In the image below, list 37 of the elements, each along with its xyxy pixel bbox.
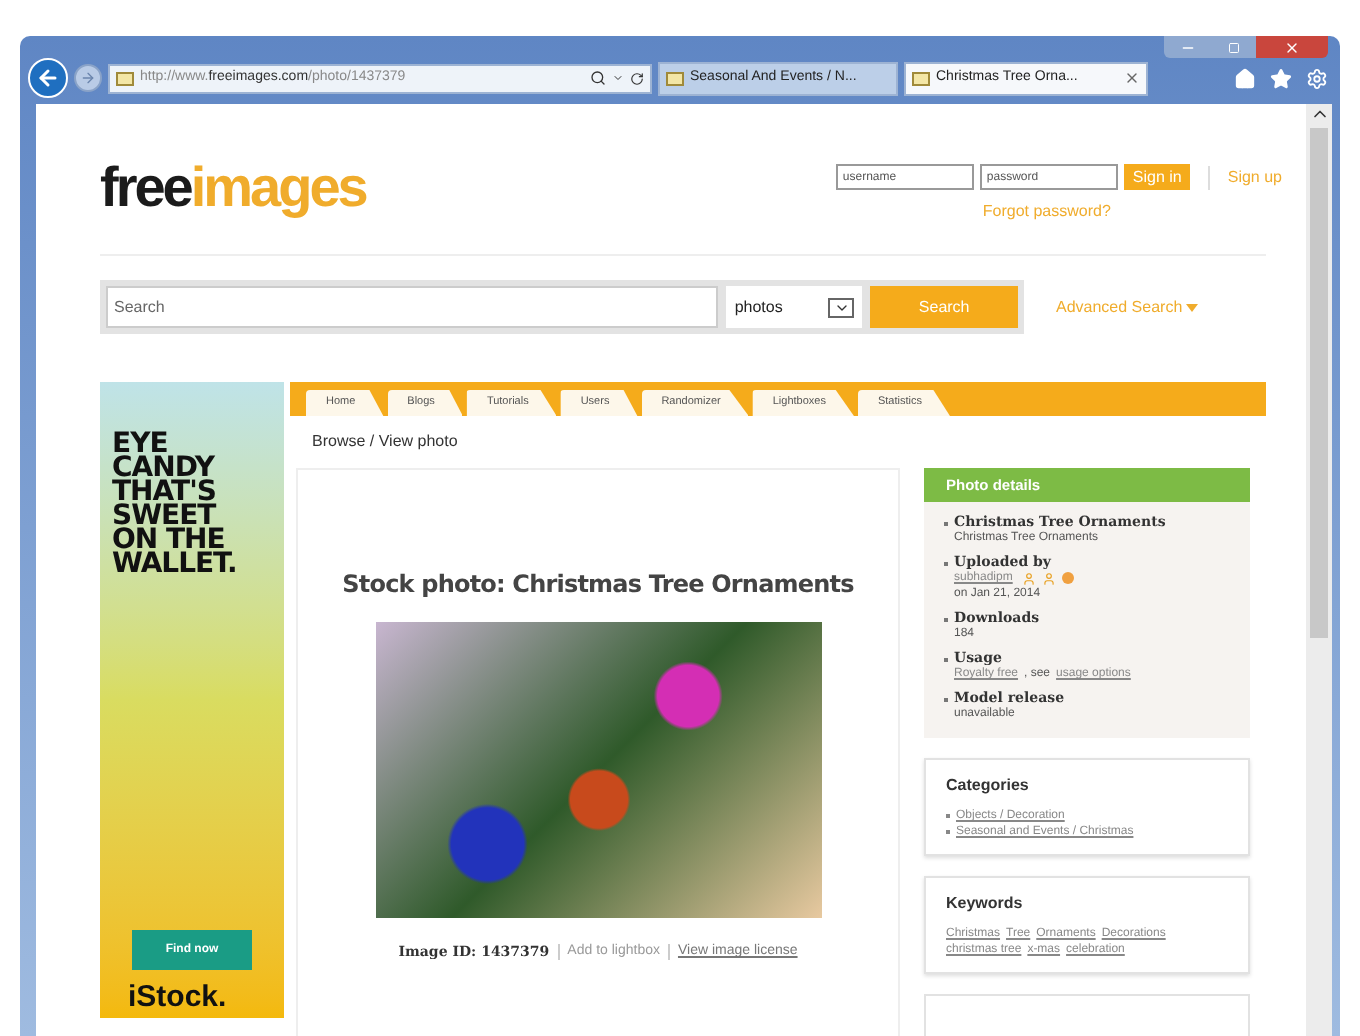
caret-icon (1186, 303, 1199, 311)
panel-title: Keywords (946, 892, 1025, 917)
sign-in-button[interactable]: Sign in (1124, 164, 1190, 190)
search-field[interactable]: Search (106, 286, 719, 328)
scroll-thumb[interactable] (1310, 128, 1328, 638)
photo-title: Stock photo: Christmas Tree Ornaments (342, 568, 854, 602)
sign-up-link[interactable]: Sign up (1227, 165, 1282, 189)
type-select[interactable]: photos (726, 286, 863, 328)
back-button[interactable] (28, 58, 68, 98)
close-button[interactable] (1256, 36, 1328, 58)
maximize-button[interactable] (1212, 36, 1256, 58)
dropdown-icon (828, 297, 855, 317)
forward-arrow-icon (80, 70, 96, 86)
settings-icon[interactable] (1306, 67, 1328, 89)
home-icon[interactable] (1234, 67, 1256, 89)
close-icon (1284, 39, 1300, 55)
ad-brand: iStock. (128, 982, 229, 1014)
ad-headline: EYE CANDY THAT'S SWEET ON THE WALLET. (112, 432, 239, 576)
favorites-icon[interactable] (1270, 67, 1292, 89)
advanced-search-link[interactable]: Advanced Search (1056, 295, 1199, 319)
search-button[interactable]: Search (870, 286, 1018, 328)
back-arrow-icon (36, 66, 60, 90)
maximize-icon (1228, 41, 1240, 53)
forgot-password-link[interactable]: Forgot password? (982, 200, 1111, 224)
panel-title: Categories (946, 774, 1031, 799)
site-logo[interactable]: freeimages (100, 156, 366, 220)
forward-button[interactable] (74, 64, 102, 92)
user-icon (1042, 571, 1057, 586)
breadcrumb: Browse / View photo (312, 430, 460, 454)
page-icon (666, 71, 684, 85)
page-icon (912, 71, 930, 85)
refresh-icon[interactable] (630, 71, 644, 85)
page-icon (116, 71, 134, 85)
user-icon (1022, 571, 1037, 586)
search-icon[interactable] (590, 70, 606, 86)
dropdown-icon[interactable] (612, 72, 624, 84)
close-tab-icon[interactable] (1124, 70, 1140, 86)
